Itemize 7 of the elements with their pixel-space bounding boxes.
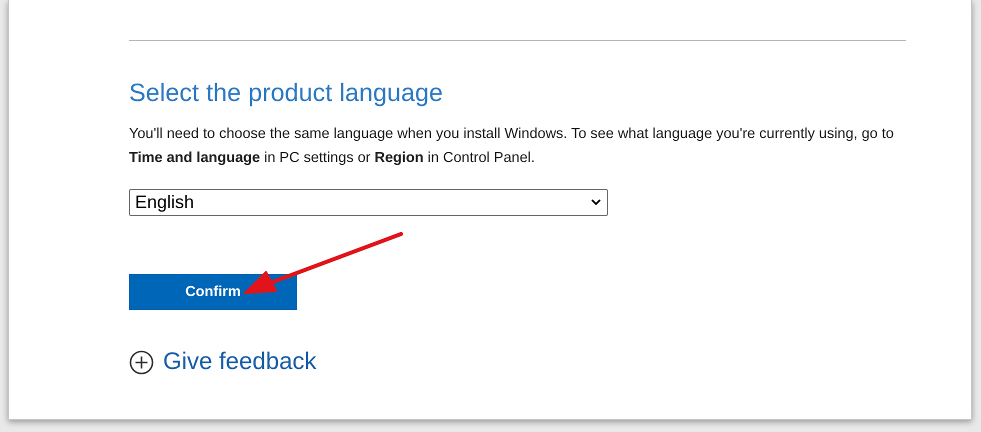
confirm-button[interactable]: Confirm — [129, 274, 297, 310]
feedback-link[interactable]: Give feedback — [163, 348, 316, 376]
description-text: You'll need to choose the same language when you install Windows. To see what language you're currently using, go to Time and language in PC settings or Region in Control Panel. — [129, 125, 895, 168]
plus-circle-icon — [129, 350, 154, 374]
section-title: Select the product language — [129, 79, 444, 108]
language-select[interactable]: English — [129, 189, 608, 216]
chevron-down-icon — [591, 199, 601, 206]
